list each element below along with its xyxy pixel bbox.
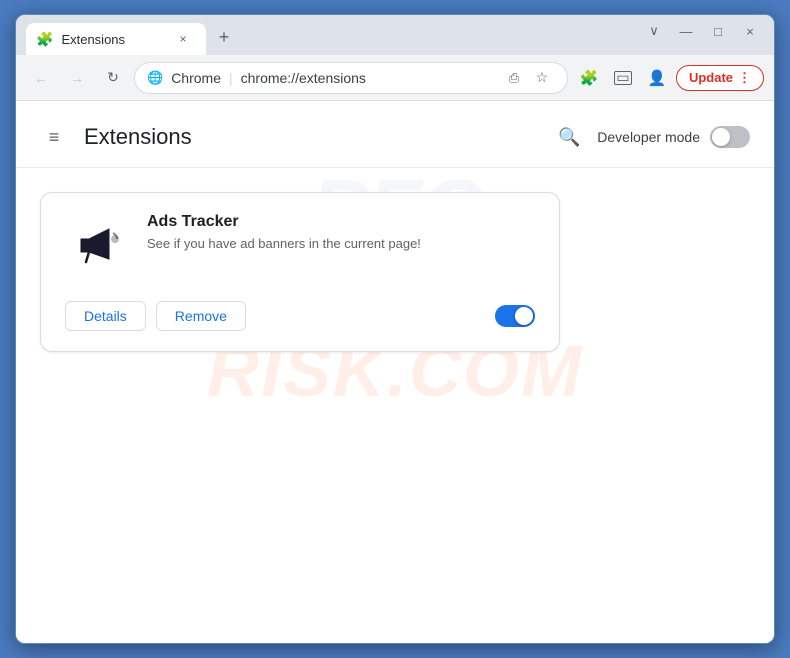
reload-icon: ↻: [107, 69, 119, 86]
extension-name: Ads Tracker: [147, 213, 535, 231]
megaphone-svg: [71, 219, 123, 271]
forward-icon: →: [70, 70, 84, 86]
extension-info: Ads Tracker See if you have ad banners i…: [147, 213, 535, 253]
developer-mode-label: Developer mode: [597, 129, 700, 145]
share-button[interactable]: ⎙: [501, 65, 527, 91]
star-icon: ☆: [536, 69, 549, 86]
tab-title: Extensions: [61, 32, 125, 47]
search-button[interactable]: 🔍: [551, 119, 587, 155]
profile-button[interactable]: 👤: [642, 63, 672, 93]
share-icon: ⎙: [509, 70, 519, 86]
content-area: PFC RISK.COM ≡ Extensions 🔍 Developer mo…: [16, 101, 774, 643]
tab-close-button[interactable]: ×: [174, 30, 192, 48]
extension-toggle-knob: [515, 307, 533, 325]
forward-button[interactable]: →: [62, 63, 92, 93]
hamburger-button[interactable]: ≡: [36, 119, 72, 155]
omnibox[interactable]: 🌐 Chrome | chrome://extensions ⎙ ☆: [134, 62, 568, 94]
browser-name: Chrome: [171, 70, 221, 86]
developer-mode-toggle[interactable]: [710, 126, 750, 148]
extension-cards-area: Ads Tracker See if you have ad banners i…: [16, 168, 774, 376]
menu-dots-icon: ⋮: [738, 70, 751, 86]
sidebar-button[interactable]: ▭: [608, 63, 638, 93]
title-bar: 🧩 Extensions × + ∨ — □ ×: [16, 15, 774, 55]
minimize-button[interactable]: —: [672, 17, 700, 45]
tab-area: 🧩 Extensions × +: [26, 15, 634, 55]
extensions-button[interactable]: 🧩: [574, 63, 604, 93]
extension-card: Ads Tracker See if you have ad banners i…: [40, 192, 560, 352]
tab-favicon-icon: 🧩: [36, 31, 53, 48]
reload-button[interactable]: ↻: [98, 63, 128, 93]
toolbar: ← → ↻ 🌐 Chrome | chrome://extensions ⎙ ☆: [16, 55, 774, 101]
chevron-down-button[interactable]: ∨: [640, 17, 668, 45]
toolbar-actions: 🧩 ▭ 👤 Update ⋮: [574, 63, 764, 93]
extension-enabled-toggle[interactable]: [495, 305, 535, 327]
toggle-knob: [712, 128, 730, 146]
extensions-header: ≡ Extensions 🔍 Developer mode: [16, 101, 774, 168]
page-title: Extensions: [84, 124, 192, 150]
extension-description: See if you have ad banners in the curren…: [147, 235, 535, 253]
omnibox-divider: |: [229, 70, 233, 86]
hamburger-icon: ≡: [49, 127, 60, 148]
extension-icon: [65, 213, 129, 277]
details-button[interactable]: Details: [65, 301, 146, 331]
close-button[interactable]: ×: [736, 17, 764, 45]
omnibox-url: chrome://extensions: [241, 70, 366, 86]
extensions-icon: 🧩: [580, 69, 599, 87]
omnibox-actions: ⎙ ☆: [501, 65, 555, 91]
dev-mode-area: 🔍 Developer mode: [551, 119, 750, 155]
window-controls: ∨ — □ ×: [640, 17, 764, 45]
browser-window: 🧩 Extensions × + ∨ — □ × ← → ↻ 🌐 Chrome: [15, 14, 775, 644]
active-tab[interactable]: 🧩 Extensions ×: [26, 23, 206, 55]
update-button[interactable]: Update ⋮: [676, 65, 764, 91]
sidebar-icon: ▭: [614, 71, 632, 85]
extension-card-top: Ads Tracker See if you have ad banners i…: [65, 213, 535, 277]
maximize-button[interactable]: □: [704, 17, 732, 45]
remove-button[interactable]: Remove: [156, 301, 246, 331]
chrome-logo-icon: 🌐: [147, 70, 163, 86]
back-icon: ←: [34, 70, 48, 86]
profile-icon: 👤: [648, 69, 667, 87]
back-button[interactable]: ←: [26, 63, 56, 93]
update-label: Update: [689, 70, 733, 85]
extension-card-bottom: Details Remove: [65, 301, 535, 331]
search-icon: 🔍: [558, 127, 580, 148]
bookmark-button[interactable]: ☆: [529, 65, 555, 91]
new-tab-button[interactable]: +: [210, 23, 238, 51]
